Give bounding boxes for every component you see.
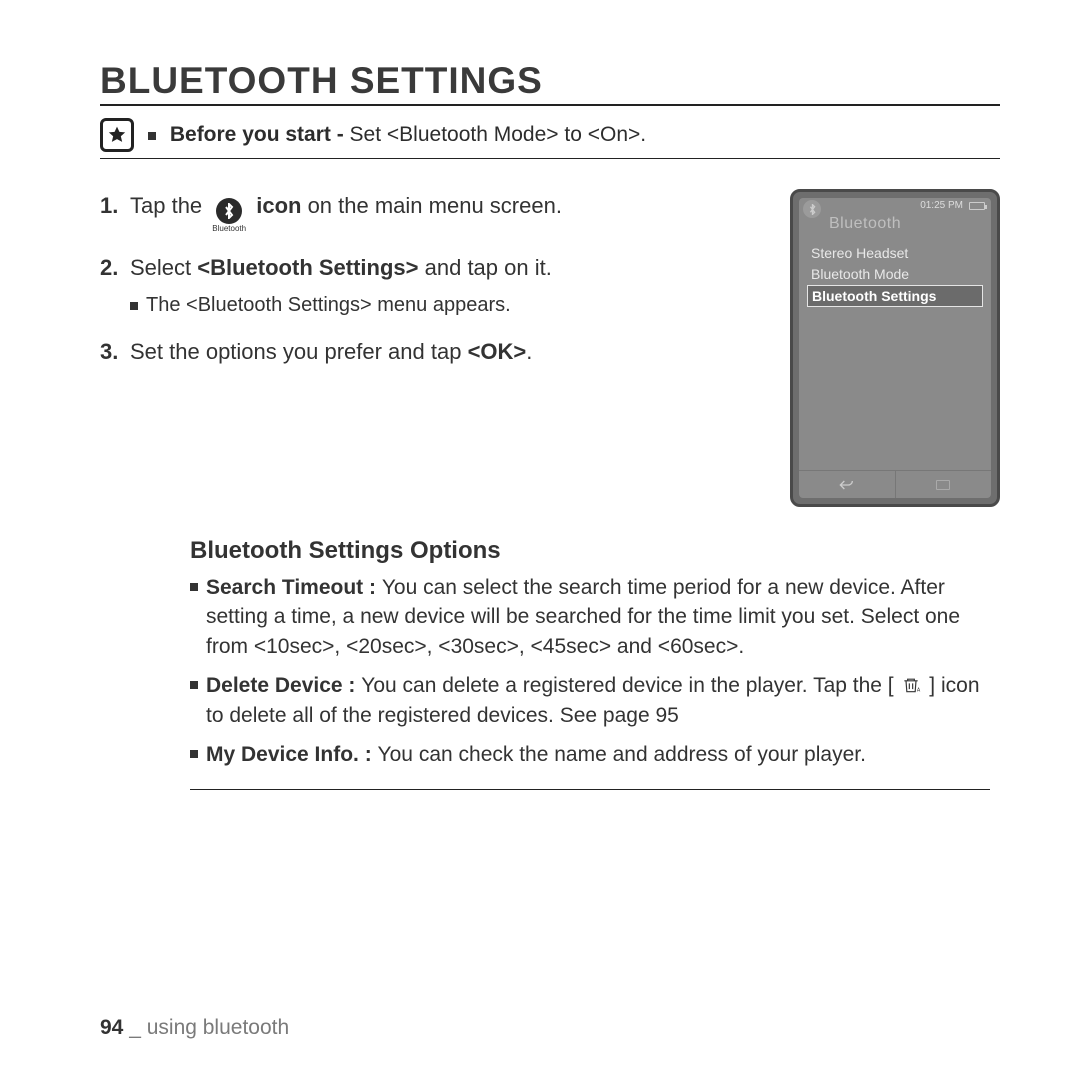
square-bullet-icon <box>148 132 156 140</box>
opt3-bold: My Device Info. : <box>206 743 378 766</box>
square-bullet-icon <box>190 583 198 591</box>
menu-button[interactable] <box>896 471 992 498</box>
step1-a: Tap the <box>130 193 208 218</box>
page-title: BLUETOOTH SETTINGS <box>100 60 1000 106</box>
option-my-device-info: My Device Info. : You can check the name… <box>190 740 990 769</box>
device-navbar <box>799 470 991 498</box>
step-number: 3. <box>100 335 130 368</box>
square-bullet-icon <box>190 681 198 689</box>
device-menu: Stereo Headset Bluetooth Mode Bluetooth … <box>799 239 991 312</box>
svg-text:A: A <box>917 688 921 694</box>
menu-item-bluetooth-mode[interactable]: Bluetooth Mode <box>807 264 983 284</box>
bluetooth-icon: Bluetooth <box>212 198 246 233</box>
step-body: Tap the Bluetooth icon on the main menu … <box>130 189 750 233</box>
before-you-start-row: Before you start - Set <Bluetooth Mode> … <box>100 118 1000 159</box>
options-heading: Bluetooth Settings Options <box>190 537 1000 565</box>
step2-a: Select <box>130 255 197 280</box>
opt2-text-a: You can delete a registered device in th… <box>361 674 899 697</box>
status-time: 01:25 PM <box>920 200 963 211</box>
page-number: 94 <box>100 1016 123 1039</box>
opt2-bold: Delete Device : <box>206 674 361 697</box>
prestart-bold: Before you start - <box>170 123 350 146</box>
content-row: 1. Tap the Bluetooth icon on the main me… <box>100 189 1000 507</box>
menu-item-stereo-headset[interactable]: Stereo Headset <box>807 243 983 263</box>
step2-bold: <Bluetooth Settings> <box>197 255 418 280</box>
prestart-rest: Set <Bluetooth Mode> to <On>. <box>350 123 647 146</box>
step-number: 2. <box>100 251 130 284</box>
step2-note-text: The <Bluetooth Settings> menu appears. <box>146 294 511 317</box>
device-mockup: 01:25 PM Bluetooth Stereo Headset Blueto… <box>790 189 1000 507</box>
step2-b: and tap on it. <box>419 255 552 280</box>
step-2: 2. Select <Bluetooth Settings> and tap o… <box>100 251 750 284</box>
screen-title: Bluetooth <box>799 213 991 239</box>
step-number: 1. <box>100 189 130 233</box>
before-you-start-text: Before you start - Set <Bluetooth Mode> … <box>148 123 646 147</box>
bluetooth-status-icon <box>803 200 821 218</box>
opt1-bold: Search Timeout : <box>206 576 382 599</box>
page-footer: 94 _ using bluetooth <box>100 1016 289 1040</box>
square-bullet-icon <box>130 302 138 310</box>
steps-list: 1. Tap the Bluetooth icon on the main me… <box>100 189 750 386</box>
footer-sep: _ <box>123 1016 146 1039</box>
battery-icon <box>969 202 985 210</box>
step3-bold: <OK> <box>468 339 527 364</box>
step-1: 1. Tap the Bluetooth icon on the main me… <box>100 189 750 233</box>
star-icon <box>100 118 134 152</box>
step1-b: on the main menu screen. <box>301 193 561 218</box>
step-3: 3. Set the options you prefer and tap <O… <box>100 335 750 368</box>
device-screen: 01:25 PM Bluetooth Stereo Headset Blueto… <box>799 198 991 498</box>
back-button[interactable] <box>799 471 896 498</box>
option-delete-device: Delete Device : You can delete a registe… <box>190 671 990 730</box>
footer-section: using bluetooth <box>147 1016 289 1039</box>
bluetooth-icon-label: Bluetooth <box>212 225 246 233</box>
step-2-note: The <Bluetooth Settings> menu appears. <box>130 294 750 317</box>
options-list: Search Timeout : You can select the sear… <box>190 573 990 790</box>
step-body: Select <Bluetooth Settings> and tap on i… <box>130 251 750 284</box>
step-body: Set the options you prefer and tap <OK>. <box>130 335 750 368</box>
status-bar: 01:25 PM <box>799 198 991 213</box>
option-search-timeout: Search Timeout : You can select the sear… <box>190 573 990 661</box>
square-bullet-icon <box>190 750 198 758</box>
step3-a: Set the options you prefer and tap <box>130 339 468 364</box>
step1-bold: icon <box>256 193 301 218</box>
opt3-text: You can check the name and address of yo… <box>378 743 866 766</box>
step3-b: . <box>526 339 532 364</box>
trash-all-icon: A <box>899 671 923 700</box>
menu-item-bluetooth-settings[interactable]: Bluetooth Settings <box>807 285 983 307</box>
